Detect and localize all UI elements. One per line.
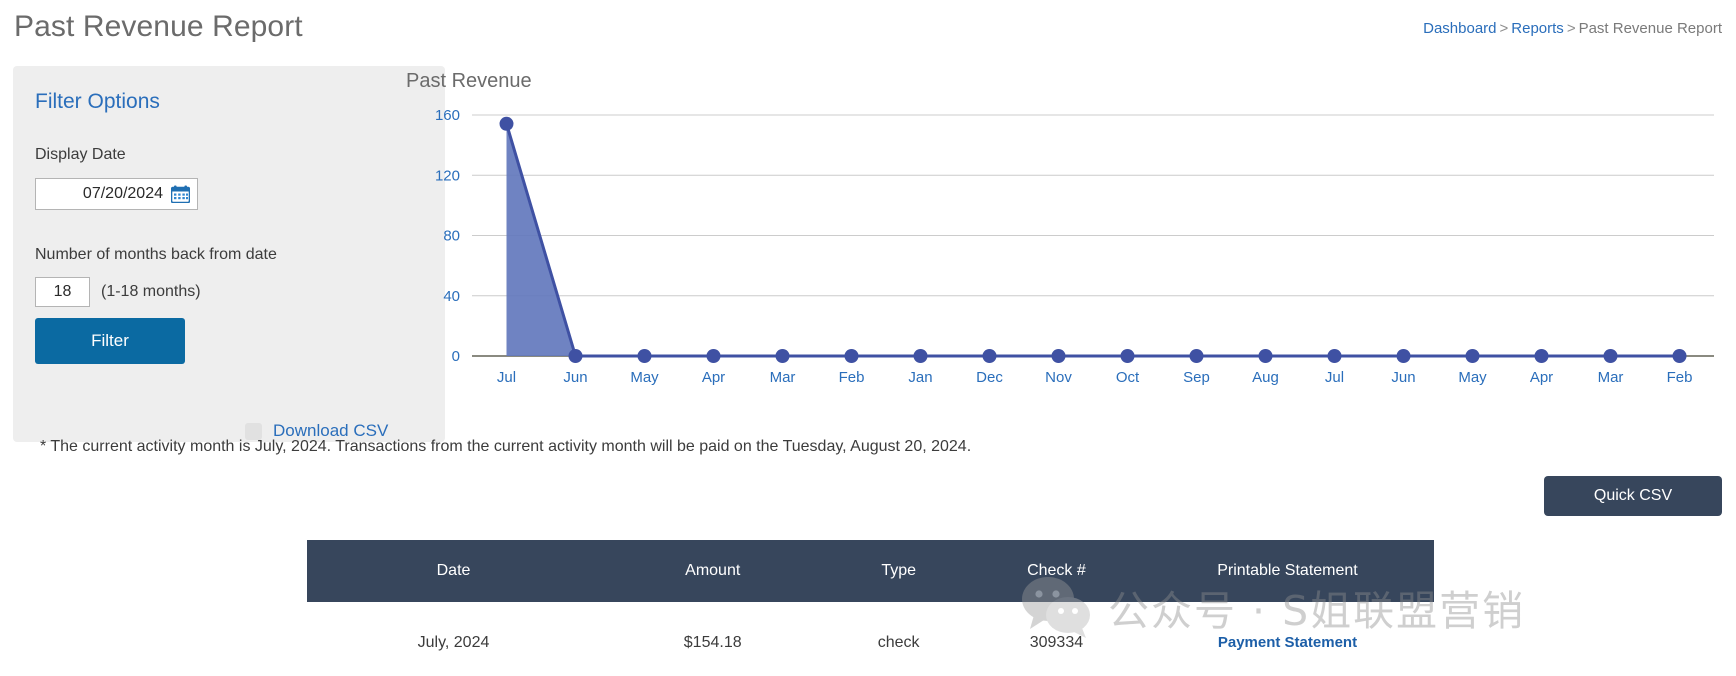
chart-data-point[interactable]	[913, 349, 928, 363]
breadcrumb-current: Past Revenue Report	[1578, 20, 1722, 37]
y-axis-tick-label: 80	[443, 228, 460, 245]
chart-data-point[interactable]	[706, 349, 721, 363]
x-axis-tick-label: Jun	[1391, 369, 1415, 386]
chart-data-point[interactable]	[1603, 349, 1618, 363]
x-axis-tick-label: Mar	[770, 369, 796, 386]
chart-data-point[interactable]	[499, 116, 514, 131]
x-axis-tick-label: Mar	[1598, 369, 1624, 386]
column-header-type: Type	[881, 562, 916, 579]
column-header-printable-statement: Printable Statement	[1217, 562, 1358, 579]
x-axis-tick-label: Nov	[1045, 369, 1072, 386]
x-axis-tick-label: Dec	[976, 369, 1003, 386]
cell-date: July, 2024	[417, 634, 490, 651]
chart-title: Past Revenue	[406, 70, 532, 92]
cell-check: 309334	[1029, 634, 1084, 651]
filter-options-panel: Filter Options Display Date 07/20/2024 N…	[13, 66, 445, 442]
x-axis-tick-label: May	[1458, 369, 1487, 386]
display-date-input[interactable]: 07/20/2024	[35, 178, 198, 210]
y-axis-tick-label: 0	[452, 348, 460, 365]
display-date-value: 07/20/2024	[82, 185, 163, 202]
x-axis-tick-label: Jul	[1325, 369, 1344, 386]
past-revenue-chart: Past Revenue 0 40 80 120 160 Jul Jun May Apr Mar F…	[404, 70, 1724, 405]
chart-canvas: 0 40 80 120 160 Jul Jun May Apr Mar Feb Jan Dec Nov Oc…	[435, 107, 1714, 386]
breadcrumb-link-reports[interactable]: Reports	[1511, 20, 1564, 37]
cell-printable-statement: Payment Statement	[1141, 602, 1434, 653]
months-back-hint: (1-18 months)	[101, 283, 201, 300]
x-axis-tick-label: Apr	[1530, 369, 1553, 386]
x-axis-tick-label: Sep	[1183, 369, 1210, 386]
download-csv-checkbox[interactable]	[245, 422, 262, 440]
chart-data-point[interactable]	[568, 349, 583, 363]
chart-data-point[interactable]	[982, 349, 997, 363]
chart-data-point[interactable]	[1327, 349, 1342, 363]
cell-amount: $154.18	[683, 634, 742, 651]
breadcrumb-separator-1: >	[1499, 20, 1509, 37]
breadcrumb: Dashboard > Reports > Past Revenue Report	[1423, 20, 1722, 37]
page-title: Past Revenue Report	[14, 10, 303, 43]
column-header-date: Date	[436, 562, 471, 579]
transactions-table: Date Amount Type Check # Printable State…	[307, 540, 1434, 653]
chart-line	[505, 123, 1680, 358]
column-header-amount: Amount	[685, 562, 741, 579]
y-axis-tick-label: 120	[435, 167, 460, 184]
chart-area-fill	[506, 123, 1680, 356]
x-axis-tick-label: Jan	[908, 369, 932, 386]
x-axis-tick-label: Jul	[497, 369, 516, 386]
display-date-label: Display Date	[35, 146, 126, 163]
x-axis-tick-label: Jun	[563, 369, 587, 386]
chart-data-point[interactable]	[844, 349, 859, 363]
chart-data-point[interactable]	[1051, 349, 1066, 363]
months-back-label: Number of months back from date	[35, 246, 277, 263]
breadcrumb-link-dashboard[interactable]: Dashboard	[1423, 20, 1496, 37]
chart-data-point[interactable]	[637, 349, 652, 363]
y-axis-tick-label: 160	[435, 107, 460, 124]
table-header-row: Date Amount Type Check # Printable State…	[307, 540, 1434, 602]
x-axis-tick-label: Aug	[1252, 369, 1279, 386]
table-row: July, 2024 $154.18 check 309334 Payment …	[307, 602, 1434, 653]
y-axis-tick-label: 40	[443, 288, 460, 305]
chart-data-point[interactable]	[775, 349, 790, 363]
cell-type: check	[877, 634, 920, 651]
past-revenue-report-page: Past Revenue Report Dashboard > Reports > Pa…	[0, 0, 1736, 676]
filter-button[interactable]: Filter	[35, 318, 185, 364]
column-header-check: Check #	[1027, 562, 1086, 579]
chart-data-point[interactable]	[1189, 349, 1204, 363]
chart-data-point[interactable]	[1120, 349, 1135, 363]
months-back-input[interactable]: 18	[35, 277, 90, 307]
chart-data-point[interactable]	[1396, 349, 1411, 363]
payment-statement-link[interactable]: Payment Statement	[1218, 634, 1357, 651]
quick-csv-button[interactable]: Quick CSV	[1544, 476, 1722, 516]
breadcrumb-separator-2: >	[1566, 20, 1576, 37]
chart-data-point[interactable]	[1672, 349, 1687, 363]
chart-data-point[interactable]	[1465, 349, 1480, 363]
x-axis-tick-label: Oct	[1116, 369, 1140, 386]
chart-data-point[interactable]	[1534, 349, 1549, 363]
calendar-icon[interactable]	[171, 185, 190, 203]
footnote-text: * The current activity month is July, 20…	[40, 438, 972, 455]
x-axis-tick-label: Feb	[839, 369, 865, 386]
x-axis-tick-label: Apr	[702, 369, 725, 386]
x-axis-tick-label: Feb	[1667, 369, 1693, 386]
chart-data-point[interactable]	[1258, 349, 1273, 363]
x-axis-tick-label: May	[630, 369, 659, 386]
filter-options-title: Filter Options	[35, 90, 160, 113]
